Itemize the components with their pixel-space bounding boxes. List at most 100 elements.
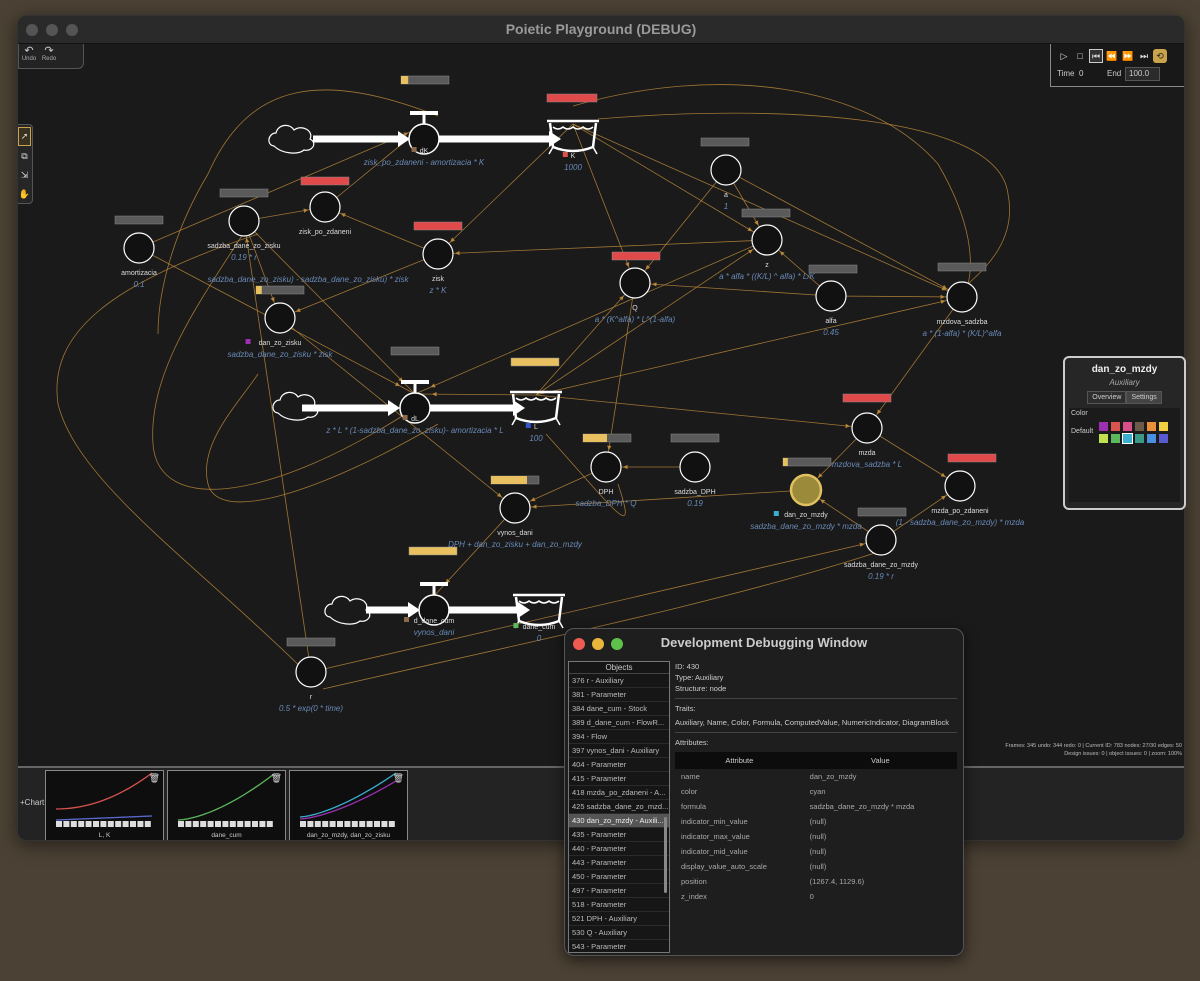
- node-mzda-po-zdaneni[interactable]: mzda_po_zdaneni (1 - sadzba_dane_zo_mzdy)…: [896, 470, 1025, 527]
- list-item[interactable]: 435 - Parameter: [569, 828, 669, 842]
- chart-plot-area: [174, 775, 270, 823]
- list-item[interactable]: 384 dane_cum - Stock: [569, 702, 669, 716]
- list-item[interactable]: 521 DPH - Auxiliary: [569, 912, 669, 926]
- trash-icon[interactable]: 🗑: [271, 773, 282, 784]
- chart-caption: L, K: [98, 832, 111, 839]
- list-item[interactable]: 443 - Parameter: [569, 856, 669, 870]
- color-swatch[interactable]: [1122, 433, 1133, 444]
- color-swatch[interactable]: [1111, 422, 1120, 431]
- list-item[interactable]: 394 - Flow: [569, 730, 669, 744]
- aux-node-circle: [815, 280, 847, 312]
- undo-redo-bar: ↶ Undo ↷ Redo: [18, 44, 84, 69]
- trash-icon[interactable]: 🗑: [393, 773, 404, 784]
- chart-panel[interactable]: 🗑 L, K: [45, 770, 164, 840]
- color-swatch[interactable]: [1135, 422, 1144, 431]
- list-item[interactable]: 415 - Parameter: [569, 772, 669, 786]
- node-mzdova-sadzba[interactable]: mzdova_sadzbaa * (1-alfa) * (K/L)^alfa: [923, 281, 1002, 338]
- chart-panel[interactable]: 🗑 dan_zo_mzdy, dan_zo_zisku: [289, 770, 408, 840]
- node-color-swatch: [562, 152, 568, 157]
- node-zisk-formula[interactable]: sadzba_dane_zo_zisku) - sadzba_dane_zo_z…: [207, 275, 409, 284]
- node-r[interactable]: r 0.5 * exp(0 * time): [279, 656, 343, 713]
- stop-icon[interactable]: □: [1073, 49, 1087, 63]
- value-indicator-bar: [670, 433, 720, 443]
- chart-axis-tick: [207, 821, 214, 827]
- tab-settings[interactable]: Settings: [1126, 391, 1162, 404]
- list-item[interactable]: 430 dan_zo_mzdy - Auxili...: [569, 814, 669, 828]
- chart-axis-tick: [93, 821, 99, 827]
- rewind-icon[interactable]: ⏮: [1089, 49, 1103, 63]
- node-K[interactable]: K 1000: [562, 152, 583, 172]
- node-amortizacia[interactable]: amortizacia 0.1: [121, 232, 157, 289]
- color-swatch[interactable]: [1111, 434, 1120, 443]
- attribute-name: name: [681, 772, 700, 781]
- trash-icon[interactable]: 🗑: [149, 773, 160, 784]
- value-indicator-fill: [401, 76, 409, 84]
- list-item[interactable]: 381 - Parameter: [569, 688, 669, 702]
- connect-tool-icon[interactable]: ⇲: [18, 167, 31, 184]
- color-swatch[interactable]: [1099, 434, 1108, 443]
- redo-button[interactable]: ↷ Redo: [39, 44, 59, 68]
- inspector-name[interactable]: dan_zo_mzdy: [1065, 364, 1184, 375]
- node-Q[interactable]: Qa * (K^alfa) * L^(1-alfa): [595, 267, 676, 324]
- node-dane-cum[interactable]: dane_cum 0: [513, 623, 556, 643]
- pan-tool-icon[interactable]: ✋: [18, 186, 31, 203]
- add-chart-button[interactable]: +Chart: [20, 798, 44, 807]
- connection-arrowhead: [623, 464, 628, 470]
- attribute-value: sadzba_dane_zo_mzdy * mzda: [809, 802, 915, 811]
- list-item[interactable]: 440 - Parameter: [569, 842, 669, 856]
- color-swatch[interactable]: [1099, 422, 1108, 431]
- color-swatch[interactable]: [1159, 434, 1168, 443]
- selection-tool-icon[interactable]: ➚: [18, 127, 31, 146]
- list-item[interactable]: 497 - Parameter: [569, 884, 669, 898]
- objects-scrollbar[interactable]: [664, 817, 667, 893]
- place-node-tool-icon[interactable]: ⧉: [18, 148, 31, 165]
- node-label: zisk: [432, 276, 445, 283]
- color-swatch[interactable]: [1135, 434, 1144, 443]
- end-input[interactable]: 100.0: [1125, 67, 1160, 81]
- node-label: mzda_po_zdaneni: [931, 508, 989, 515]
- chart-panel[interactable]: 🗑 dane_cum: [167, 770, 286, 840]
- list-item[interactable]: 397 vynos_dani - Auxiliary: [569, 744, 669, 758]
- loop-icon[interactable]: ⟲: [1153, 49, 1167, 63]
- node-z[interactable]: z a * alfa * ((K/L) ^ alfa) * L/K: [719, 224, 816, 281]
- step-back-icon[interactable]: ⏪: [1105, 49, 1119, 63]
- list-item[interactable]: 543 - Parameter: [569, 940, 669, 952]
- list-item[interactable]: 425 sadzba_dane_zo_mzd...: [569, 800, 669, 814]
- undo-button[interactable]: ↶ Undo: [19, 44, 39, 68]
- node-dK[interactable]: dK zisk_po_zdaneni - amortizacia * K: [363, 147, 485, 167]
- list-item[interactable]: 418 mzda_po_zdaneni - A...: [569, 786, 669, 800]
- table-row: position (1267.4, 1129.6): [675, 874, 957, 889]
- node-mzda[interactable]: mzda mzdova_sadzba * L: [832, 412, 902, 469]
- node-dan-zo-zisku[interactable]: dan_zo_zisku sadzba_dane_zo_zisku * zisk: [228, 302, 334, 359]
- fast-forward-icon[interactable]: ⏭: [1137, 49, 1151, 63]
- list-item[interactable]: 530 Q - Auxiliary: [569, 926, 669, 940]
- node-L[interactable]: L 100: [525, 423, 543, 443]
- color-swatch[interactable]: [1147, 422, 1156, 431]
- list-item[interactable]: 518 - Parameter: [569, 898, 669, 912]
- inspector-type: Auxiliary: [1109, 378, 1140, 387]
- list-item[interactable]: 450 - Parameter: [569, 870, 669, 884]
- cloud-icon: [324, 595, 371, 625]
- node-dL[interactable]: dL z * L * (1-sadzba_dane_zo_zisku)- amor…: [325, 415, 504, 435]
- node-sadzba-dane-zo-mzdy[interactable]: sadzba_dane_zo_mzdy 0.19 * r: [844, 524, 918, 581]
- time-label: Time: [1057, 69, 1075, 78]
- chart-axis-tick: [85, 821, 92, 827]
- list-item[interactable]: 376 r - Auxiliary: [569, 674, 669, 688]
- node-formula: 0.19: [687, 499, 703, 508]
- color-swatch[interactable]: [1159, 422, 1168, 431]
- node-DPH[interactable]: DPH sadzba_DPH * Q: [576, 451, 637, 508]
- node-d-dane-cum[interactable]: d_dane_cum vynos_dani: [404, 617, 454, 637]
- play-icon[interactable]: ▷: [1057, 49, 1071, 63]
- tab-overview[interactable]: Overview: [1087, 391, 1127, 404]
- node-dan-zo-mzdy[interactable]: dan_zo_mzdy sadzba_dane_zo_mzdy * mzda: [750, 473, 862, 531]
- objects-list[interactable]: Objects 376 r - Auxiliary 381 - Parameter…: [568, 661, 670, 953]
- step-forward-icon[interactable]: ⏩: [1121, 49, 1135, 63]
- color-swatch[interactable]: [1123, 422, 1132, 431]
- color-swatch[interactable]: [1147, 434, 1156, 443]
- node-alfa[interactable]: alfa 0.45: [815, 280, 847, 337]
- node-vynos-dani[interactable]: vynos_dani DPH + dan_zo_zisku + dan_zo_mz…: [448, 492, 583, 549]
- list-item[interactable]: 404 - Parameter: [569, 758, 669, 772]
- node-sadzba-DPH[interactable]: sadzba_DPH 0.19: [674, 451, 716, 508]
- node-zisk[interactable]: zisk z * K: [422, 238, 454, 295]
- list-item[interactable]: 389 d_dane_cum - FlowR...: [569, 716, 669, 730]
